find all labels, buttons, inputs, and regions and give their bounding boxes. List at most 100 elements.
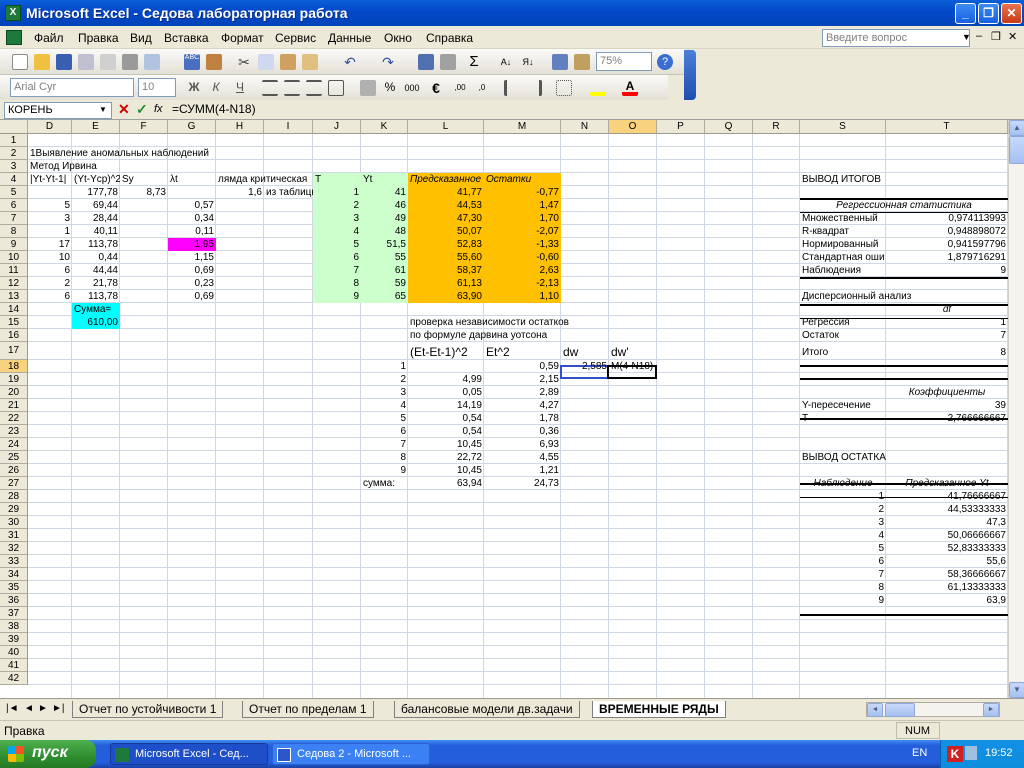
cell-l26[interactable]: 10,45 — [408, 464, 484, 477]
column-header-e[interactable]: E — [72, 120, 120, 134]
cell-m17[interactable]: Et^2 — [484, 346, 561, 359]
row-header-9[interactable]: 9 — [0, 238, 28, 251]
column-header-r[interactable]: R — [753, 120, 800, 134]
language-indicator[interactable]: EN — [912, 747, 927, 759]
cell-l16[interactable]: по формуле дарвина уотсона — [408, 329, 609, 342]
cell-k20[interactable]: 3 — [361, 386, 408, 399]
print-icon[interactable] — [122, 54, 138, 70]
cell-s17[interactable]: Итого — [800, 346, 886, 359]
cell-k27[interactable]: сумма: — [361, 477, 408, 490]
cell-g12[interactable]: 0,23 — [168, 277, 216, 290]
menu-help[interactable]: Справка — [426, 31, 473, 45]
cell-l4[interactable]: Предсказанное Y — [408, 173, 484, 186]
cell-l5[interactable]: 41,77 — [408, 186, 484, 199]
row-header-33[interactable]: 33 — [0, 555, 28, 568]
ink-icon[interactable] — [440, 54, 456, 70]
cell-k18[interactable]: 1 — [361, 360, 408, 373]
column-header-q[interactable]: Q — [705, 120, 753, 134]
cell-t31[interactable]: 50,06666667 — [886, 529, 1008, 542]
toolbar-options-icon[interactable] — [684, 50, 696, 100]
doc-restore-button[interactable]: ❐ — [991, 30, 1001, 43]
minimize-button[interactable]: _ — [955, 3, 976, 24]
new-icon[interactable] — [12, 54, 28, 70]
formula-input[interactable]: =СУММ(4-N18) — [172, 102, 256, 116]
menu-file[interactable]: Файл — [34, 31, 64, 45]
cell-t14[interactable]: df — [886, 303, 1008, 316]
zoom-select[interactable]: 75% — [596, 52, 652, 71]
row-header-14[interactable]: 14 — [0, 303, 28, 316]
row-header-34[interactable]: 34 — [0, 568, 28, 581]
cell-e9[interactable]: 113,78 — [72, 238, 120, 251]
tab-time-series[interactable]: ВРЕМЕННЫЕ РЯДЫ — [592, 701, 726, 718]
row-header-27[interactable]: 27 — [0, 477, 28, 490]
first-sheet-icon[interactable]: |◄ — [6, 703, 19, 714]
cell-m6[interactable]: 1,47 — [484, 199, 561, 212]
print-preview-icon[interactable] — [144, 54, 160, 70]
permission-icon[interactable] — [78, 54, 94, 70]
cell-g8[interactable]: 0,11 — [168, 225, 216, 238]
cell-e7[interactable]: 28,44 — [72, 212, 120, 225]
doc-close-button[interactable]: ✕ — [1008, 30, 1017, 43]
row-header-13[interactable]: 13 — [0, 290, 28, 303]
cell-j7[interactable]: 3 — [313, 212, 361, 225]
cell-l22[interactable]: 0,54 — [408, 412, 484, 425]
cell-e8[interactable]: 40,11 — [72, 225, 120, 238]
vertical-scrollbar[interactable]: ▲ ▼ — [1008, 120, 1024, 698]
cell-l6[interactable]: 44,53 — [408, 199, 484, 212]
autosum-icon[interactable]: Σ — [466, 54, 482, 70]
cell-e14[interactable]: Сумма= — [72, 303, 120, 316]
cell-e5[interactable]: 177,78 — [72, 186, 120, 199]
cell-g9[interactable]: 1,95 — [168, 238, 216, 251]
scroll-left-button[interactable]: ◄ — [867, 703, 883, 717]
cell-f4[interactable]: Sy — [120, 173, 168, 186]
cell-s15[interactable]: Регрессия — [800, 316, 886, 329]
spelling-icon[interactable]: ABC — [184, 54, 200, 70]
row-header-40[interactable]: 40 — [0, 646, 28, 659]
hscroll-thumb[interactable] — [885, 703, 915, 717]
cell-d11[interactable]: 6 — [28, 264, 72, 277]
align-left-icon[interactable] — [262, 80, 278, 96]
cell-s36[interactable]: 9 — [800, 594, 886, 607]
tray-app-icon[interactable] — [965, 746, 977, 760]
cell-m7[interactable]: 1,70 — [484, 212, 561, 225]
cell-n18[interactable]: 2,585 — [561, 360, 609, 373]
help-icon[interactable]: ? — [657, 54, 673, 70]
cell-d6[interactable]: 5 — [28, 199, 72, 212]
cell-s27[interactable]: Наблюдение — [800, 477, 886, 490]
cell-m11[interactable]: 2,63 — [484, 264, 561, 277]
cell-t34[interactable]: 58,36666667 — [886, 568, 1008, 581]
column-header-n[interactable]: N — [561, 120, 609, 134]
scroll-down-button[interactable]: ▼ — [1009, 682, 1024, 698]
menu-view[interactable]: Вид — [130, 31, 152, 45]
name-box[interactable]: КОРЕНЬ — [4, 102, 112, 119]
cell-l8[interactable]: 50,07 — [408, 225, 484, 238]
cell-d9[interactable]: 17 — [28, 238, 72, 251]
cell-l19[interactable]: 4,99 — [408, 373, 484, 386]
column-header-g[interactable]: G — [168, 120, 216, 134]
column-header-o[interactable]: O — [609, 120, 657, 134]
cell-s21[interactable]: Y-пересечение — [800, 399, 886, 412]
cell-t10[interactable]: 1,879716291 — [886, 251, 1008, 264]
cell-f5[interactable]: 8,73 — [120, 186, 168, 199]
cell-j9[interactable]: 5 — [313, 238, 361, 251]
row-header-4[interactable]: 4 — [0, 173, 28, 186]
column-header-i[interactable]: I — [264, 120, 313, 134]
cell-e12[interactable]: 21,78 — [72, 277, 120, 290]
cell-l20[interactable]: 0,05 — [408, 386, 484, 399]
cell-t17[interactable]: 8 — [886, 346, 1008, 359]
cell-m26[interactable]: 1,21 — [484, 464, 561, 477]
cell-k7[interactable]: 49 — [361, 212, 408, 225]
redo-icon[interactable]: ↷ — [380, 54, 396, 70]
hyperlink-icon[interactable] — [418, 54, 434, 70]
cell-e13[interactable]: 113,78 — [72, 290, 120, 303]
cell-d3[interactable]: Метод Ирвина — [28, 160, 120, 173]
row-header-22[interactable]: 22 — [0, 412, 28, 425]
row-header-20[interactable]: 20 — [0, 386, 28, 399]
decrease-decimal-icon[interactable]: ,0 — [474, 80, 490, 96]
cell-g6[interactable]: 0,57 — [168, 199, 216, 212]
cell-s25[interactable]: ВЫВОД ОСТАТКА — [800, 451, 1008, 464]
cell-n17[interactable]: dw — [561, 346, 609, 359]
workbook-icon[interactable] — [6, 30, 22, 45]
cell-j8[interactable]: 4 — [313, 225, 361, 238]
cell-g13[interactable]: 0,69 — [168, 290, 216, 303]
